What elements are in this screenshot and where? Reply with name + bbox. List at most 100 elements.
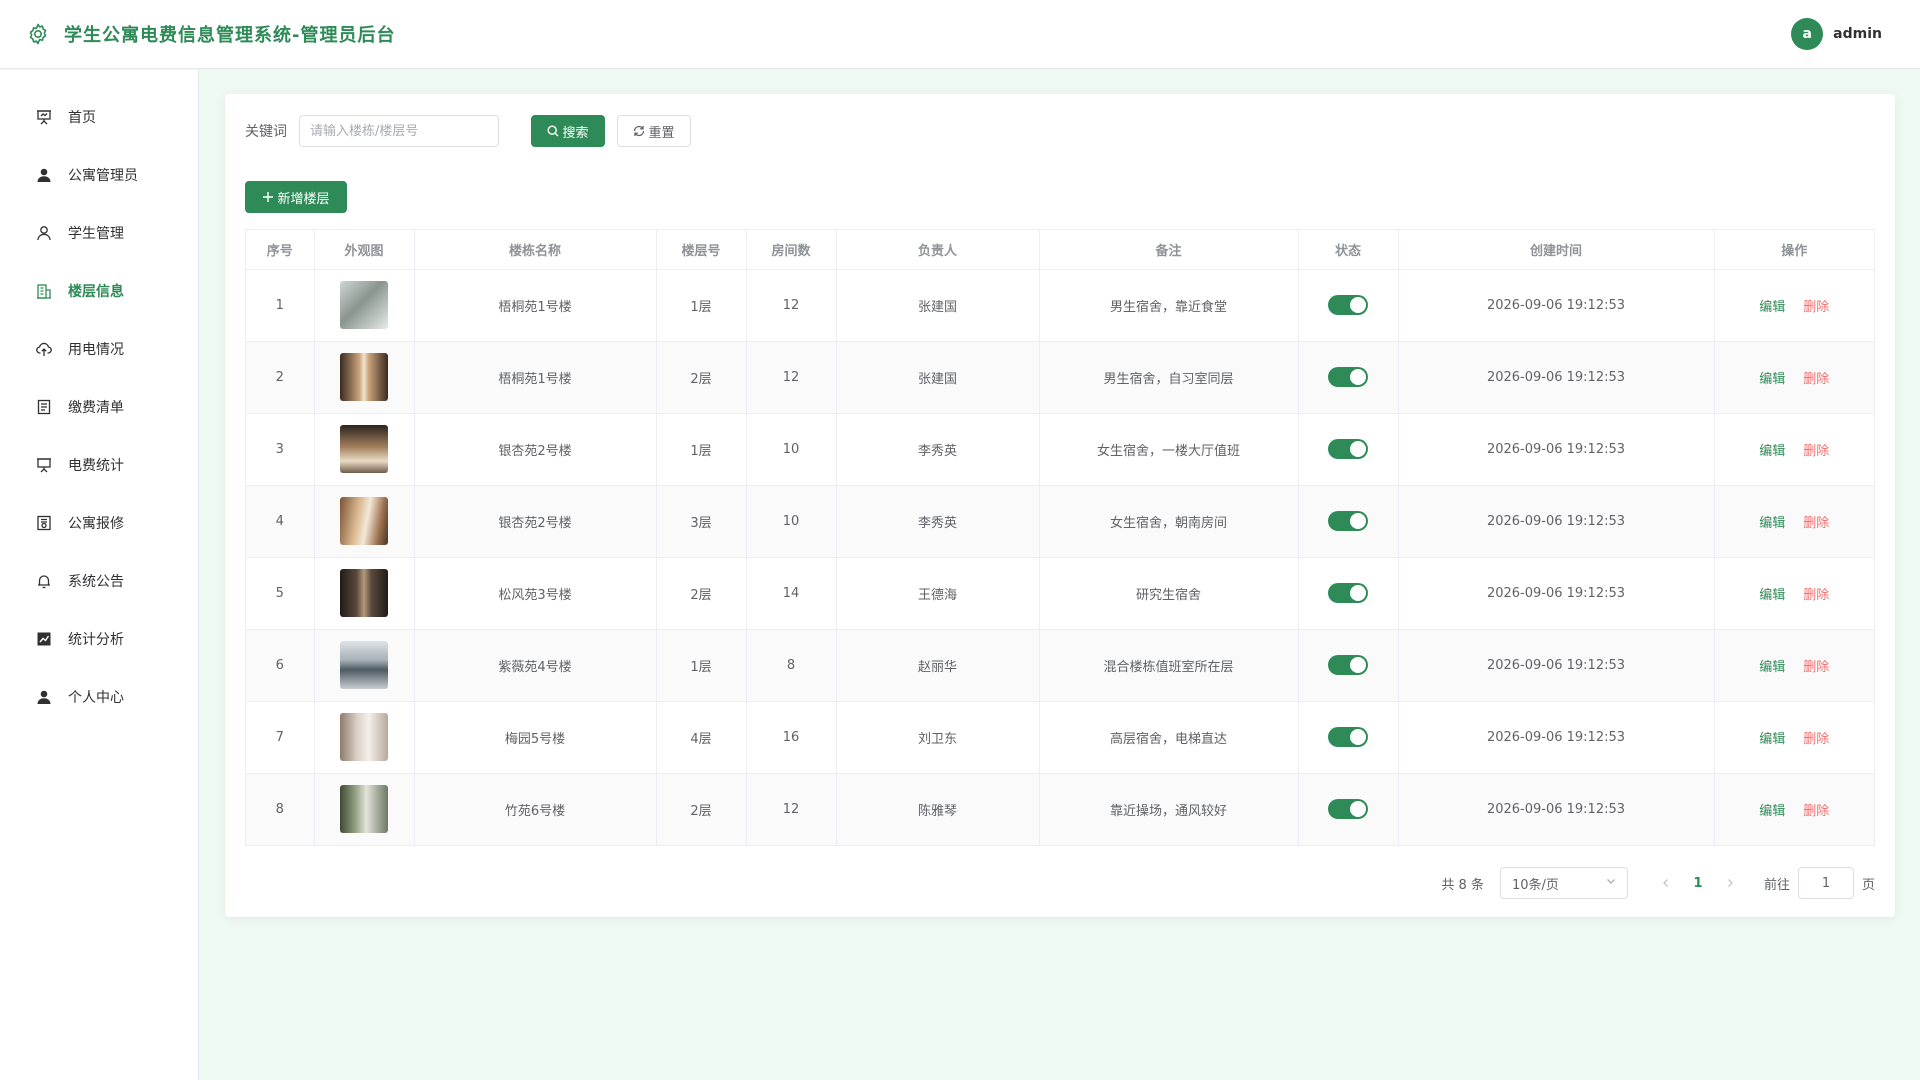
floor-thumbnail[interactable] (340, 641, 388, 689)
delete-link[interactable]: 删除 (1803, 800, 1829, 819)
cell-manager: 赵丽华 (836, 629, 1040, 702)
cell-floor: 3层 (656, 485, 747, 558)
edit-link[interactable]: 编辑 (1759, 368, 1785, 387)
cell-building: 银杏苑2号楼 (414, 413, 657, 486)
edit-link[interactable]: 编辑 (1759, 656, 1785, 675)
sidebar-item-profile[interactable]: 个人中心 (0, 668, 198, 726)
cell-rooms: 10 (746, 413, 837, 486)
cell-building: 梅园5号楼 (414, 701, 657, 774)
edit-link[interactable]: 编辑 (1759, 512, 1785, 531)
page-size-select[interactable]: 10条/页 (1499, 867, 1628, 899)
cell-floor: 2层 (656, 773, 747, 845)
cell-created: 2026-09-06 19:12:53 (1398, 773, 1715, 845)
delete-link[interactable]: 删除 (1803, 728, 1829, 747)
sidebar-item-label: 公寓报修 (68, 516, 124, 532)
prev-page-button[interactable] (1652, 869, 1680, 897)
floor-thumbnail[interactable] (340, 353, 388, 401)
floor-thumbnail[interactable] (340, 569, 388, 617)
edit-link[interactable]: 编辑 (1759, 800, 1785, 819)
user-outline-icon (35, 224, 53, 242)
column-header: 状态 (1298, 230, 1399, 270)
delete-link[interactable]: 删除 (1803, 368, 1829, 387)
status-switch[interactable] (1328, 799, 1368, 820)
edit-link[interactable]: 编辑 (1759, 296, 1785, 315)
cell-index: 8 (246, 773, 315, 845)
status-switch[interactable] (1328, 367, 1368, 387)
refresh-icon (633, 125, 645, 137)
sidebar-item-label: 电费统计 (68, 458, 124, 474)
floor-thumbnail[interactable] (340, 785, 388, 834)
sidebar-item-label: 公寓管理员 (68, 168, 138, 184)
search-button[interactable]: 搜索 (531, 115, 605, 147)
sidebar-item-floors[interactable]: 楼层信息 (0, 262, 198, 320)
sidebar-item-home[interactable]: 首页 (0, 88, 198, 146)
cell-manager: 张建国 (836, 269, 1040, 342)
data-line-icon (35, 630, 53, 648)
cell-remark: 男生宿舍，靠近食堂 (1039, 269, 1299, 342)
status-switch[interactable] (1328, 727, 1368, 747)
sidebar-item-payments[interactable]: 缴费清单 (0, 378, 198, 436)
status-switch[interactable] (1328, 511, 1368, 531)
floor-thumbnail[interactable] (340, 281, 388, 329)
search-label: 关键词 (245, 124, 287, 140)
sidebar-item-apartment-admins[interactable]: 公寓管理员 (0, 146, 198, 204)
sidebar-item-announcements[interactable]: 系统公告 (0, 552, 198, 610)
delete-link[interactable]: 删除 (1803, 656, 1829, 675)
column-header: 操作 (1714, 230, 1874, 270)
cell-rooms: 12 (746, 773, 837, 845)
status-switch[interactable] (1328, 583, 1368, 603)
next-page-button[interactable] (1716, 869, 1744, 897)
page-number-current[interactable]: 1 (1684, 869, 1712, 897)
sidebar-item-analytics[interactable]: 统计分析 (0, 610, 198, 668)
search-icon (547, 125, 559, 137)
office-building-icon (35, 282, 53, 300)
app-title: 学生公寓电费信息管理系统-管理员后台 (64, 25, 396, 46)
table-row: 5 松风苑3号楼 2层 14 王德海 研究生宿舍 2026-09-06 19:1… (246, 557, 1874, 630)
delete-link[interactable]: 删除 (1803, 296, 1829, 315)
status-switch[interactable] (1328, 439, 1368, 459)
floor-thumbnail[interactable] (340, 425, 388, 473)
delete-link[interactable]: 删除 (1803, 584, 1829, 603)
sidebar-item-label: 缴费清单 (68, 400, 124, 416)
reset-button-label: 重置 (648, 125, 675, 141)
status-switch[interactable] (1328, 655, 1368, 675)
search-bar: 关键词 搜索 重置 (245, 115, 691, 147)
delete-link[interactable]: 删除 (1803, 512, 1829, 531)
chevron-right-icon (1728, 879, 1733, 887)
sidebar-item-repairs[interactable]: 公寓报修 (0, 494, 198, 552)
cell-floor: 1层 (656, 629, 747, 702)
floor-table: 序号 外观图 楼栋名称 楼层号 房间数 负责人 备注 状态 创建时间 操作 1 … (245, 229, 1875, 846)
cell-created: 2026-09-06 19:12:53 (1398, 701, 1715, 774)
floor-thumbnail[interactable] (340, 497, 388, 545)
edit-link[interactable]: 编辑 (1759, 728, 1785, 747)
status-switch[interactable] (1328, 295, 1368, 315)
cell-floor: 2层 (656, 557, 747, 630)
add-floor-button[interactable]: 新增楼层 (245, 181, 347, 213)
sidebar: 首页 公寓管理员 学生管理 楼层信息 用电情况 缴费清单 电费统计 公寓报修 系… (0, 70, 199, 1080)
floor-thumbnail[interactable] (340, 713, 388, 761)
sidebar-item-label: 用电情况 (68, 342, 124, 358)
table-row: 4 银杏苑2号楼 3层 10 李秀英 女生宿舍，朝南房间 2026-09-06 … (246, 485, 1874, 558)
sidebar-item-students[interactable]: 学生管理 (0, 204, 198, 262)
edit-link[interactable]: 编辑 (1759, 584, 1785, 603)
avatar[interactable]: a (1791, 18, 1824, 50)
delete-link[interactable]: 删除 (1803, 440, 1829, 459)
sidebar-item-label: 统计分析 (68, 632, 124, 648)
search-input[interactable] (299, 115, 499, 147)
cell-remark: 混合楼栋值班室所在层 (1039, 629, 1299, 702)
user-menu[interactable]: a admin (1791, 18, 1882, 50)
table-row: 3 银杏苑2号楼 1层 10 李秀英 女生宿舍，一楼大厅值班 2026-09-0… (246, 413, 1874, 486)
sidebar-item-fee-statistics[interactable]: 电费统计 (0, 436, 198, 494)
cell-floor: 1层 (656, 413, 747, 486)
column-header: 序号 (246, 230, 315, 270)
upload-cloud-icon (35, 340, 53, 358)
cell-created: 2026-09-06 19:12:53 (1398, 413, 1715, 486)
edit-link[interactable]: 编辑 (1759, 440, 1785, 459)
column-header: 楼层号 (656, 230, 747, 270)
goto-page-input[interactable] (1797, 867, 1854, 899)
user-filled-icon (35, 688, 53, 706)
reset-button[interactable]: 重置 (617, 115, 691, 147)
sidebar-item-electricity-usage[interactable]: 用电情况 (0, 320, 198, 378)
username[interactable]: admin (1833, 26, 1882, 42)
cell-index: 1 (246, 269, 315, 342)
